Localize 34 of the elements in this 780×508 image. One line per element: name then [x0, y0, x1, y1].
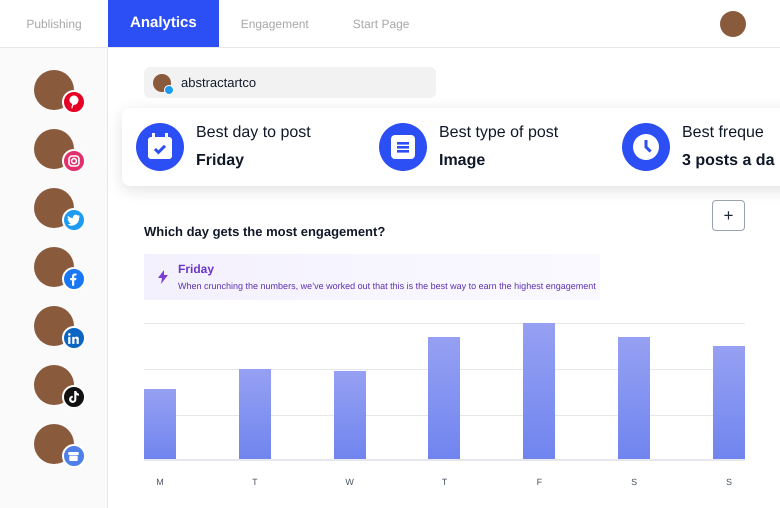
- account-name: abstractartco: [181, 74, 256, 92]
- calendar-icon: [136, 123, 184, 171]
- stat-label: Best freque: [682, 123, 765, 143]
- lightning-icon: [158, 270, 168, 284]
- stat-label: Best day to post: [196, 123, 311, 143]
- pin-icon: [68, 95, 78, 109]
- stat-value: 3 posts a da: [682, 151, 774, 171]
- axis-label: W: [345, 476, 354, 486]
- axis-label: S: [631, 476, 638, 486]
- stat-label: Best type of post: [439, 123, 558, 143]
- axis-label: T: [442, 476, 448, 486]
- clock-icon: [622, 123, 670, 171]
- axis-label: M: [156, 476, 164, 486]
- account-avatar: [153, 74, 171, 92]
- f-logo-icon: [70, 272, 77, 286]
- chart-bar: [144, 388, 176, 458]
- chart-heading: Which day gets the most engagement?: [144, 223, 386, 241]
- document-icon: [379, 123, 427, 171]
- bird-icon: [67, 214, 80, 226]
- axis-label: T: [252, 476, 258, 486]
- avatar[interactable]: [720, 10, 746, 36]
- insight-title: Friday: [178, 260, 216, 278]
- axis-label: F: [536, 476, 542, 486]
- add-button[interactable]: +: [712, 200, 745, 231]
- insight-text: When crunching the numbers, we’ve worked out that this is the best way to earn the highest engagement: [178, 280, 596, 293]
- account-selector[interactable]: abstractartco: [144, 67, 436, 98]
- camera-icon: [68, 155, 80, 167]
- nav-tab[interactable]: Analytics: [108, 0, 219, 47]
- music-note-icon: [68, 391, 78, 403]
- axis-label: S: [726, 476, 732, 486]
- stat-value: Image: [439, 151, 486, 171]
- in-logo-icon: [68, 332, 79, 344]
- stat-value: Friday: [196, 151, 246, 171]
- storefront-icon: [68, 452, 79, 460]
